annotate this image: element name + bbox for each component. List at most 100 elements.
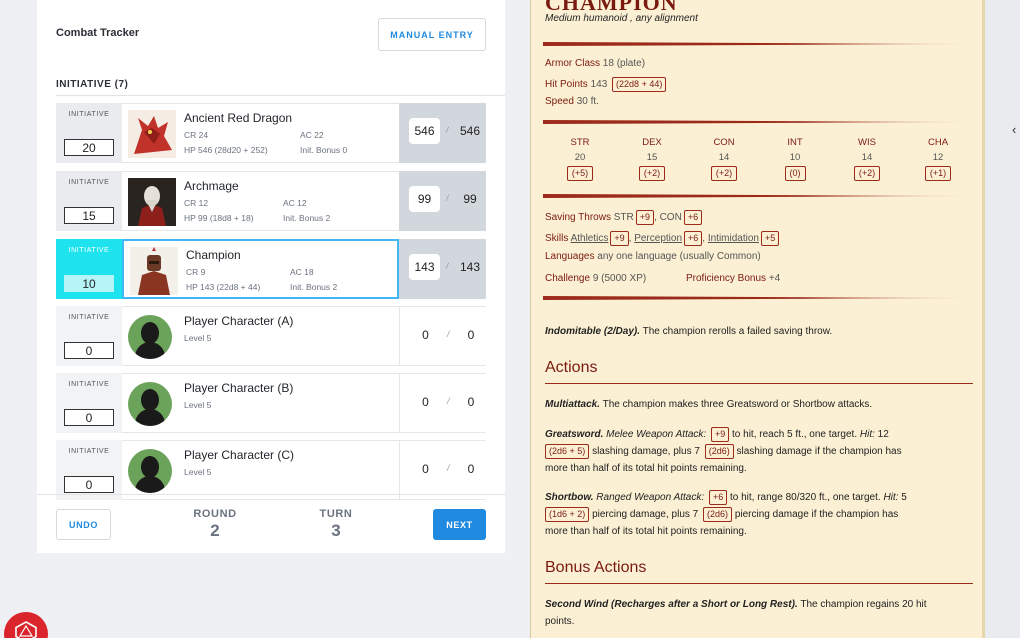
save-roll[interactable]: +9 bbox=[635, 210, 655, 225]
initiative-cell: INITIATIVE 0 bbox=[56, 440, 122, 500]
proficiency-line: Proficiency Bonus +4 bbox=[686, 273, 780, 284]
proficiency-label: Proficiency Bonus bbox=[686, 273, 767, 284]
skill-roll[interactable]: +6 bbox=[684, 231, 703, 246]
combatant-row-player-character-b[interactable]: INITIATIVE 0 Player Character (B) Level … bbox=[56, 373, 486, 433]
divider bbox=[543, 296, 973, 300]
round-value: 2 bbox=[210, 521, 220, 540]
ability-mod-roll[interactable]: (0) bbox=[784, 166, 806, 181]
combatant-name: Champion bbox=[186, 248, 241, 262]
hp-cell: 0 / 0 bbox=[399, 440, 486, 500]
damage-text: more than half of its total hit points r… bbox=[545, 463, 747, 474]
combatant-name: Archmage bbox=[184, 179, 239, 193]
action-multiattack: Multiattack. The champion makes three Gr… bbox=[545, 396, 965, 413]
skill-roll[interactable]: +5 bbox=[760, 231, 780, 246]
divider bbox=[56, 95, 505, 96]
combatant-ac: AC 12 bbox=[283, 198, 307, 208]
combatant-card[interactable]: Ancient Red Dragon CR 24 AC 22 HP 546 (2… bbox=[122, 103, 399, 163]
damage-roll[interactable]: (2d6) bbox=[704, 444, 734, 459]
skill-link[interactable]: Athletics bbox=[571, 233, 609, 244]
combatant-card[interactable]: Player Character (A) Level 5 bbox=[122, 306, 399, 366]
stat-block-panel: CHAMPION Medium humanoid , any alignment… bbox=[530, 0, 985, 638]
ability-con: CON 14 (+2) bbox=[704, 137, 744, 181]
combatant-row-archmage[interactable]: INITIATIVE 15 Archmage CR 12 AC 12 HP 99… bbox=[56, 171, 486, 231]
ability-score: 20 bbox=[574, 152, 586, 163]
save-roll[interactable]: +6 bbox=[683, 210, 703, 225]
combatant-level: Level 5 bbox=[184, 333, 212, 343]
combatant-hp-line: HP 546 (28d20 + 252) bbox=[184, 145, 268, 155]
combatant-row-player-character-a[interactable]: INITIATIVE 0 Player Character (A) Level … bbox=[56, 306, 486, 366]
ability-mod-roll[interactable]: (+2) bbox=[853, 166, 881, 181]
hp-separator: / bbox=[447, 329, 450, 339]
initiative-input[interactable]: 20 bbox=[64, 139, 114, 156]
speed-label: Speed bbox=[545, 96, 574, 107]
hp-current-input[interactable]: 99 bbox=[409, 186, 440, 212]
bonus-action-second-wind: Second Wind (Recharges after a Short or … bbox=[545, 596, 965, 630]
saving-throws-line: Saving Throws STR +9, CON +6 bbox=[545, 210, 703, 225]
ability-name: INT bbox=[787, 137, 803, 148]
combatant-card[interactable]: Champion CR 9 AC 18 HP 143 (22d8 + 44) I… bbox=[122, 239, 399, 299]
archmage-portrait bbox=[128, 178, 176, 226]
initiative-label: INITIATIVE bbox=[68, 314, 110, 321]
initiative-input[interactable]: 15 bbox=[64, 207, 114, 224]
combatant-card[interactable]: Archmage CR 12 AC 12 HP 99 (18d8 + 18) I… bbox=[122, 171, 399, 231]
ability-mod-roll[interactable]: (+2) bbox=[710, 166, 738, 181]
manual-entry-button[interactable]: MANUAL ENTRY bbox=[378, 18, 486, 51]
initiative-input[interactable]: 0 bbox=[64, 409, 114, 426]
ability-mod-roll[interactable]: (+1) bbox=[924, 166, 952, 181]
speed-line: Speed 30 ft. bbox=[545, 96, 599, 107]
to-hit-roll[interactable]: +9 bbox=[710, 427, 730, 442]
combatant-level: Level 5 bbox=[184, 467, 212, 477]
combatant-card[interactable]: Player Character (C) Level 5 bbox=[122, 440, 399, 500]
d20-icon bbox=[15, 621, 37, 638]
to-hit-roll[interactable]: +6 bbox=[708, 490, 728, 505]
damage-text: slashing damage if the champion has bbox=[736, 446, 902, 457]
skill-roll[interactable]: +9 bbox=[610, 231, 629, 246]
damage-roll[interactable]: (2d6 + 5) bbox=[545, 444, 590, 459]
attack-reach: to hit, reach 5 ft., one target. bbox=[732, 429, 858, 440]
champion-portrait bbox=[130, 247, 178, 295]
skill-link[interactable]: Intimidation bbox=[708, 233, 759, 244]
languages-line: Languages any one language (usually Comm… bbox=[545, 251, 761, 262]
initiative-input[interactable]: 0 bbox=[64, 342, 114, 359]
hp-max: 0 bbox=[467, 328, 475, 342]
damage-value: 12 bbox=[877, 429, 889, 440]
chevron-left-icon[interactable]: ‹ bbox=[1012, 122, 1016, 137]
action-text: The champion makes three Greatsword or S… bbox=[602, 399, 873, 410]
skills-line: Skills Athletics +9, Perception +6, Intimi… bbox=[545, 231, 780, 246]
combatant-row-player-character-c[interactable]: INITIATIVE 0 Player Character (C) Level … bbox=[56, 440, 486, 500]
ability-name: DEX bbox=[642, 137, 662, 148]
ability-mod-roll[interactable]: (+5) bbox=[566, 166, 594, 181]
damage-roll[interactable]: (2d6) bbox=[703, 507, 733, 522]
d20-logo-icon[interactable] bbox=[4, 612, 48, 638]
hp-current-input[interactable]: 0 bbox=[410, 456, 441, 482]
skill-link[interactable]: Perception bbox=[634, 233, 682, 244]
ability-name: CON bbox=[713, 137, 735, 148]
initiative-input[interactable]: 10 bbox=[64, 275, 114, 292]
hit-points-line: Hit Points 143 (22d8 + 44) bbox=[545, 77, 667, 92]
initiative-cell: INITIATIVE 10 bbox=[56, 239, 122, 299]
undo-button[interactable]: UNDO bbox=[56, 509, 111, 540]
combatant-row-ancient-red-dragon[interactable]: INITIATIVE 20 Ancient Red Dragon CR 24 A… bbox=[56, 103, 486, 163]
combatant-name: Player Character (B) bbox=[184, 381, 294, 395]
hit-points-value: 143 bbox=[590, 79, 608, 90]
damage-roll[interactable]: (1d6 + 2) bbox=[545, 507, 590, 522]
hp-current-input[interactable]: 546 bbox=[409, 118, 440, 144]
combat-tracker-panel: Combat Tracker MANUAL ENTRY INITIATIVE (… bbox=[37, 0, 505, 553]
player-silhouette-icon bbox=[128, 382, 172, 426]
combatant-card[interactable]: Player Character (B) Level 5 bbox=[122, 373, 399, 433]
challenge-value: 9 (5000 XP) bbox=[592, 273, 647, 284]
hit-points-dice-roll[interactable]: (22d8 + 44) bbox=[612, 77, 667, 92]
hp-current-input[interactable]: 0 bbox=[410, 389, 441, 415]
divider bbox=[543, 194, 973, 198]
ability-mod-roll[interactable]: (+2) bbox=[638, 166, 666, 181]
hp-cell: 0 / 0 bbox=[399, 373, 486, 433]
next-button[interactable]: NEXT bbox=[433, 509, 486, 540]
trait-indomitable: Indomitable (2/Day). The champion reroll… bbox=[545, 323, 965, 340]
hp-current-input[interactable]: 0 bbox=[410, 322, 441, 348]
round-label: ROUND bbox=[193, 508, 237, 520]
combatant-row-champion[interactable]: INITIATIVE 10 Champion CR 9 AC 18 HP 143… bbox=[56, 239, 486, 299]
hp-current-input[interactable]: 143 bbox=[409, 254, 440, 280]
hp-max: 99 bbox=[463, 192, 477, 206]
initiative-input[interactable]: 0 bbox=[64, 476, 114, 493]
initiative-label: INITIATIVE bbox=[68, 448, 110, 455]
